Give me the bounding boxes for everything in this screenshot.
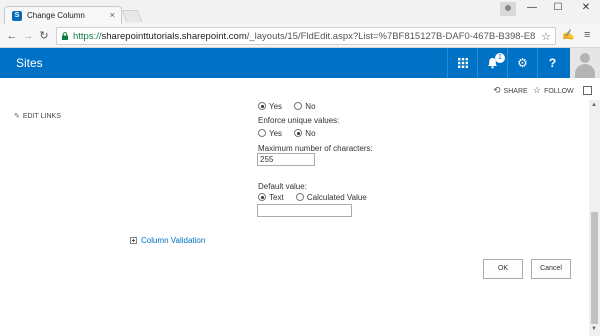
url-text: https://sharepointtutorials.sharepoint.c…	[73, 31, 535, 42]
radio-button[interactable]	[258, 193, 266, 201]
bookmark-star-icon[interactable]: ☆	[541, 30, 551, 43]
radio-button[interactable]	[258, 129, 266, 137]
help-button[interactable]: ?	[537, 48, 567, 78]
radio-option-yes[interactable]: Yes	[258, 102, 282, 111]
forward-arrow-icon[interactable]: →	[22, 30, 34, 42]
notifications-button[interactable]	[477, 48, 507, 78]
help-icon: ?	[548, 56, 557, 70]
suite-title[interactable]: Sites	[16, 56, 43, 70]
browser-menu-icon[interactable]: ≡	[584, 29, 590, 41]
lock-icon	[62, 32, 68, 40]
avatar-head-shape	[580, 53, 590, 63]
sharepoint-favicon-icon: S	[12, 11, 22, 21]
pencil-icon: ✎	[14, 113, 20, 120]
browser-toolbar: ← → ↻ https://sharepointtutorials.sharep…	[0, 24, 600, 48]
maximize-button[interactable]: ☐	[548, 2, 568, 13]
ok-button[interactable]: OK	[483, 259, 523, 279]
radio-button[interactable]	[294, 102, 303, 110]
vertical-scrollbar[interactable]: ▲ ▼	[589, 100, 600, 336]
new-tab-button[interactable]	[121, 10, 143, 22]
notification-badge: 1	[495, 53, 505, 63]
scroll-up-icon[interactable]: ▲	[591, 102, 597, 108]
edit-links-button[interactable]: ✎ EDIT LINKS	[14, 112, 61, 120]
address-bar[interactable]: https://sharepointtutorials.sharepoint.c…	[56, 27, 556, 45]
required-radio-group: Yes No	[258, 102, 326, 111]
radio-option-no[interactable]: No	[294, 102, 316, 111]
max-chars-label: Maximum number of characters:	[258, 144, 373, 153]
cancel-button[interactable]: Cancel	[531, 259, 571, 279]
radio-button[interactable]	[258, 102, 266, 110]
share-icon: ⟲	[493, 85, 501, 95]
default-option-calculated[interactable]: Calculated Value	[295, 193, 367, 202]
follow-button[interactable]: ☆ FOLLOW	[533, 85, 574, 96]
minimize-button[interactable]: —	[522, 2, 542, 13]
tab-title: Change Column	[27, 11, 85, 20]
expand-icon[interactable]	[130, 237, 137, 244]
scrollbar-thumb[interactable]	[591, 212, 598, 324]
enforce-unique-label: Enforce unique values:	[258, 116, 340, 125]
reload-icon[interactable]: ↻	[38, 30, 50, 42]
default-value-input[interactable]	[257, 204, 352, 217]
star-icon: ☆	[533, 85, 542, 95]
browser-profile-icon[interactable]	[500, 2, 516, 16]
focus-mode-icon[interactable]	[583, 86, 592, 95]
default-value-type-group: Text Calculated Value	[258, 193, 377, 202]
browser-tab-strip: S Change Column × — ☐ ✕	[0, 0, 600, 24]
extension-icon[interactable]: ✍	[562, 30, 574, 41]
default-option-text[interactable]: Text	[258, 193, 284, 202]
page-action-bar: ⟲ SHARE ☆ FOLLOW	[0, 78, 600, 100]
scroll-down-icon[interactable]: ▼	[591, 326, 597, 332]
radio-button[interactable]	[294, 129, 303, 137]
column-validation-link[interactable]: Column Validation	[130, 236, 205, 245]
enforce-unique-radio-group: Yes No	[258, 129, 326, 138]
settings-button[interactable]: ⚙	[507, 48, 537, 78]
avatar-body-shape	[575, 64, 595, 78]
avatar[interactable]	[570, 48, 600, 78]
suite-bar: Sites ⚙ ?	[0, 48, 600, 78]
tab-close-icon[interactable]: ×	[110, 10, 115, 20]
radio-button[interactable]	[295, 193, 304, 201]
app-launcher-button[interactable]	[447, 48, 477, 78]
enforce-option-no[interactable]: No	[294, 129, 316, 138]
enforce-option-yes[interactable]: Yes	[258, 129, 282, 138]
max-chars-input[interactable]: 255	[257, 153, 315, 166]
waffle-icon	[457, 58, 468, 68]
gear-icon: ⚙	[517, 56, 528, 70]
back-arrow-icon[interactable]: ←	[6, 30, 18, 42]
share-button[interactable]: ⟲ SHARE	[493, 85, 528, 96]
browser-tab[interactable]: S Change Column ×	[4, 6, 122, 24]
close-window-button[interactable]: ✕	[576, 2, 596, 13]
default-value-label: Default value:	[258, 182, 307, 191]
